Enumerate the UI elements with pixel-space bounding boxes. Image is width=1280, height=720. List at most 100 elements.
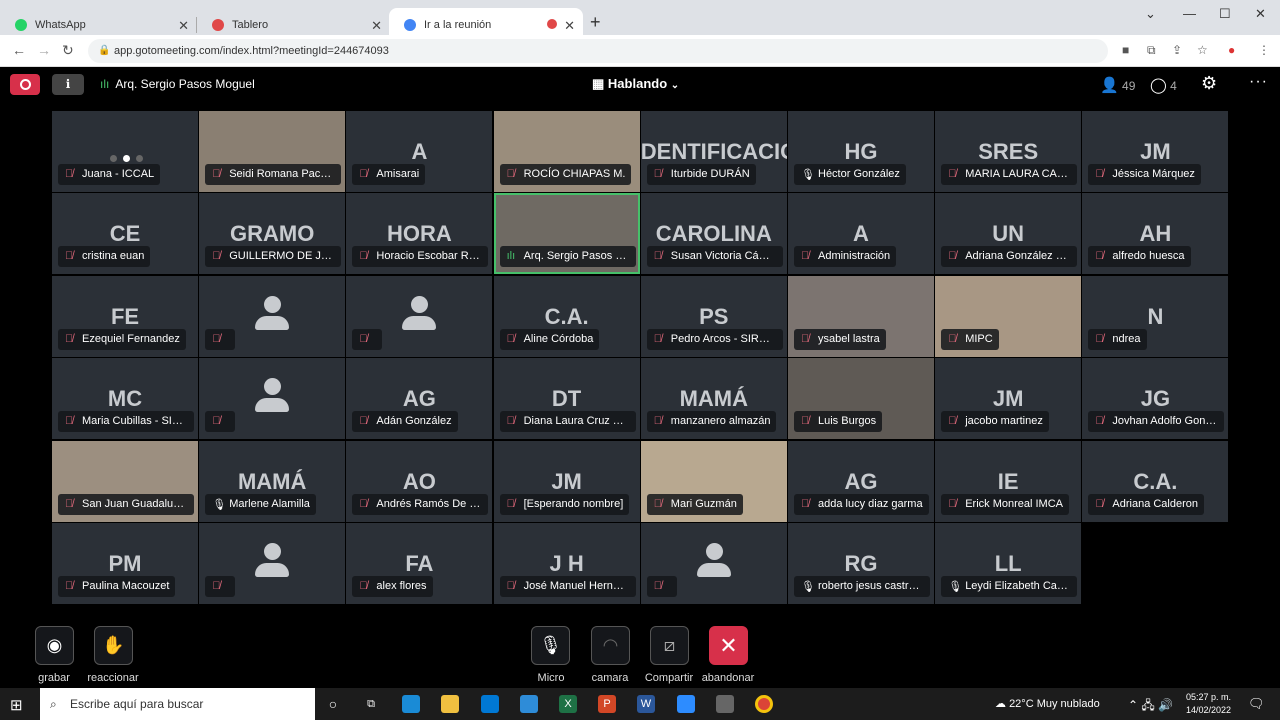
participant-tile[interactable]: Luis Burgos 🎙̸ [788,358,934,440]
participant-tile[interactable]: A Amisarai 🎙̸ [346,111,493,192]
camera-app-icon[interactable] [716,695,734,713]
chat-count: 4 [1170,79,1177,93]
participant-tile[interactable]: Seidi Romana Pache... 🎙̸ [199,111,346,192]
participant-tile[interactable]: CAROLINA Susan Victoria Cáma... 🎙̸ [640,193,787,275]
task-view-icon[interactable]: ⧉ [362,695,380,713]
participant-tile[interactable]: JM [Esperando nombre] 🎙̸ [493,440,640,522]
share-icon[interactable]: ⇪ [1172,43,1182,57]
participant-tile[interactable]: MAMÁ manzanero almazán 🎙̸ [640,358,787,440]
participant-tile[interactable]: HG Héctor González 🎙 [788,111,934,192]
participant-tile[interactable]: A Administración 🎙̸ [788,193,934,275]
participant-tile[interactable]: Mari Guzmán 🎙̸ [640,440,787,522]
participant-tile[interactable]: 🎙̸ [199,358,346,440]
leave-meeting-button[interactable]: ✕ [709,626,748,665]
profile-avatar[interactable]: ● [1228,43,1235,57]
close-icon[interactable]: ✕ [564,18,575,34]
participant-tile[interactable]: Nndrea 🎙̸ [1082,275,1229,357]
edge-icon[interactable] [402,695,420,713]
participant-tile[interactable]: ysabel lastra 🎙̸ [788,275,934,357]
zoom-icon[interactable] [677,695,695,713]
participant-tile[interactable]: UN Adriana González N... 🎙̸ [935,193,1082,275]
participant-tile[interactable]: 🎙̸ [640,523,787,604]
participant-tile[interactable]: J H José Manuel Hernán... 🎙̸ [493,523,640,604]
chat-button[interactable]: ◯ 4 [1150,76,1177,94]
cortana-icon[interactable]: ○ [324,695,342,713]
record-button[interactable] [10,74,40,95]
more-options-icon[interactable]: ··· [1249,73,1268,91]
participant-tile[interactable]: FE Ezequiel Fernandez 🎙̸ [52,275,198,357]
powerpoint-icon[interactable]: P [598,695,616,713]
close-icon[interactable]: ✕ [371,18,382,34]
participant-tile[interactable]: MIPC 🎙̸ [935,275,1082,357]
chrome-icon[interactable] [755,695,773,713]
participant-tile[interactable]: MAMÁ Marlene Alamilla 🎙 [199,440,346,522]
excel-icon[interactable]: X [559,695,577,713]
participant-tile[interactable]: C.A. Aline Córdoba 🎙̸ [493,275,640,357]
notification-icon[interactable]: 🗨 [1248,696,1265,712]
participant-tile[interactable]: AG Adán González 🎙̸ [346,358,493,440]
participant-tile[interactable]: Arq. Sergio Pasos M... ılı [493,193,640,275]
participant-tile[interactable]: MC Maria Cubillas - SIR... 🎙̸ [52,358,198,440]
participant-tile[interactable]: 🎙̸ [199,523,346,604]
camera-blocked-icon[interactable]: ■ [1122,43,1129,57]
react-button[interactable]: ✋ [94,626,133,665]
clock[interactable]: 05:27 p. m. 14/02/2022 [1186,691,1231,717]
mic-muted-icon: 🎙̸ [506,580,515,592]
chevron-down-icon[interactable]: ⌄ [1145,6,1156,22]
mail-icon[interactable] [520,695,538,713]
record-control-button[interactable]: ◉ [35,626,74,665]
forward-icon[interactable]: → [37,42,51,58]
close-icon[interactable]: ✕ [178,18,189,34]
participant-tile[interactable]: SRES MARIA LAURA CAL... 🎙̸ [935,111,1082,192]
participant-tile[interactable]: IE Erick Monreal IMCA 🎙̸ [935,440,1082,522]
participant-tile[interactable]: GRAMO GUILLERMO DE JES... 🎙̸ [199,193,346,275]
camera-toggle-button[interactable]: ◠ [591,626,630,665]
participant-tile[interactable]: FA alex flores 🎙̸ [346,523,493,604]
participant-tile[interactable]: LL Leydi Elizabeth Cast... 🎙 [935,523,1082,604]
participant-tile[interactable]: ROCÍO CHIAPAS M. 🎙̸ [493,111,640,192]
participant-tile[interactable]: DT Diana Laura Cruz Tu... 🎙̸ [493,358,640,440]
participant-tile[interactable]: JM Jéssica Márquez 🎙̸ [1082,111,1229,192]
settings-gear-icon[interactable]: ⚙ [1201,73,1217,94]
participant-tile[interactable]: AO Andrés Ramós De L... 🎙̸ [346,440,493,522]
store-icon[interactable] [481,695,499,713]
browser-menu-icon[interactable]: ⋮ [1258,43,1270,57]
file-explorer-icon[interactable] [441,695,459,713]
new-tab-icon[interactable]: + [590,12,601,33]
system-tray-icons[interactable]: ⌃ 🖧 🔊 [1128,696,1173,717]
participant-tile[interactable]: HORA Horacio Escobar Ra... 🎙̸ [346,193,493,275]
participant-tile[interactable]: RG roberto jesus castro ... 🎙 [788,523,934,604]
mic-toggle-button[interactable]: 🎙 [531,626,570,665]
participant-tile[interactable]: C.A. Adriana Calderon 🎙̸ [1082,440,1229,522]
participant-initials: RG [844,551,878,576]
view-mode-dropdown[interactable]: ▦ Hablando ⌄ [592,76,679,92]
share-screen-button[interactable]: ⧄ [650,626,689,665]
participant-name: Adriana Calderon [1088,493,1205,515]
participants-button[interactable]: 👤 49 [1100,76,1135,94]
participant-tile[interactable]: AH alfredo huesca 🎙̸ [1082,193,1229,275]
participant-tile[interactable]: PS Pedro Arcos - SIRES... 🎙̸ [640,275,787,357]
reload-icon[interactable]: ↻ [62,42,74,59]
url-field[interactable]: 🔒 app.gotomeeting.com/index.html?meeting… [88,39,1108,63]
participant-tile[interactable]: Juana - ICCAL 🎙̸ [52,111,198,192]
back-icon[interactable]: ← [12,42,26,58]
maximize-icon[interactable]: ☐ [1219,6,1231,22]
taskbar-search-input[interactable]: ⌕ Escribe aquí para buscar [40,688,315,720]
minimize-icon[interactable]: — [1183,6,1196,21]
participant-tile[interactable]: 🎙̸ [199,275,346,357]
translate-icon[interactable]: ⧉ [1147,43,1156,58]
weather-widget[interactable]: ☁ 22°C Muy nublado [995,697,1100,710]
participant-tile[interactable]: 🎙̸ [346,275,493,357]
word-icon[interactable]: W [637,695,655,713]
participant-tile[interactable]: JM jacobo martinez 🎙̸ [935,358,1082,440]
participant-tile[interactable]: DENTIFICACIÓ Iturbide DURÁN 🎙̸ [640,111,787,192]
participant-tile[interactable]: JG Jovhan Adolfo Gonz... 🎙̸ [1082,358,1229,440]
info-button[interactable]: ℹ [52,74,84,95]
participant-tile[interactable]: CE cristina euan 🎙̸ [52,193,198,275]
participant-tile[interactable]: San Juan Guadalupe... 🎙̸ [52,440,198,522]
close-window-icon[interactable]: ✕ [1255,6,1266,22]
windows-start-icon[interactable]: ⊞ [10,696,23,714]
bookmark-star-icon[interactable]: ☆ [1197,43,1208,57]
participant-tile[interactable]: AG adda lucy diaz garma 🎙̸ [788,440,934,522]
participant-tile[interactable]: PM Paulina Macouzet 🎙̸ [52,523,198,604]
